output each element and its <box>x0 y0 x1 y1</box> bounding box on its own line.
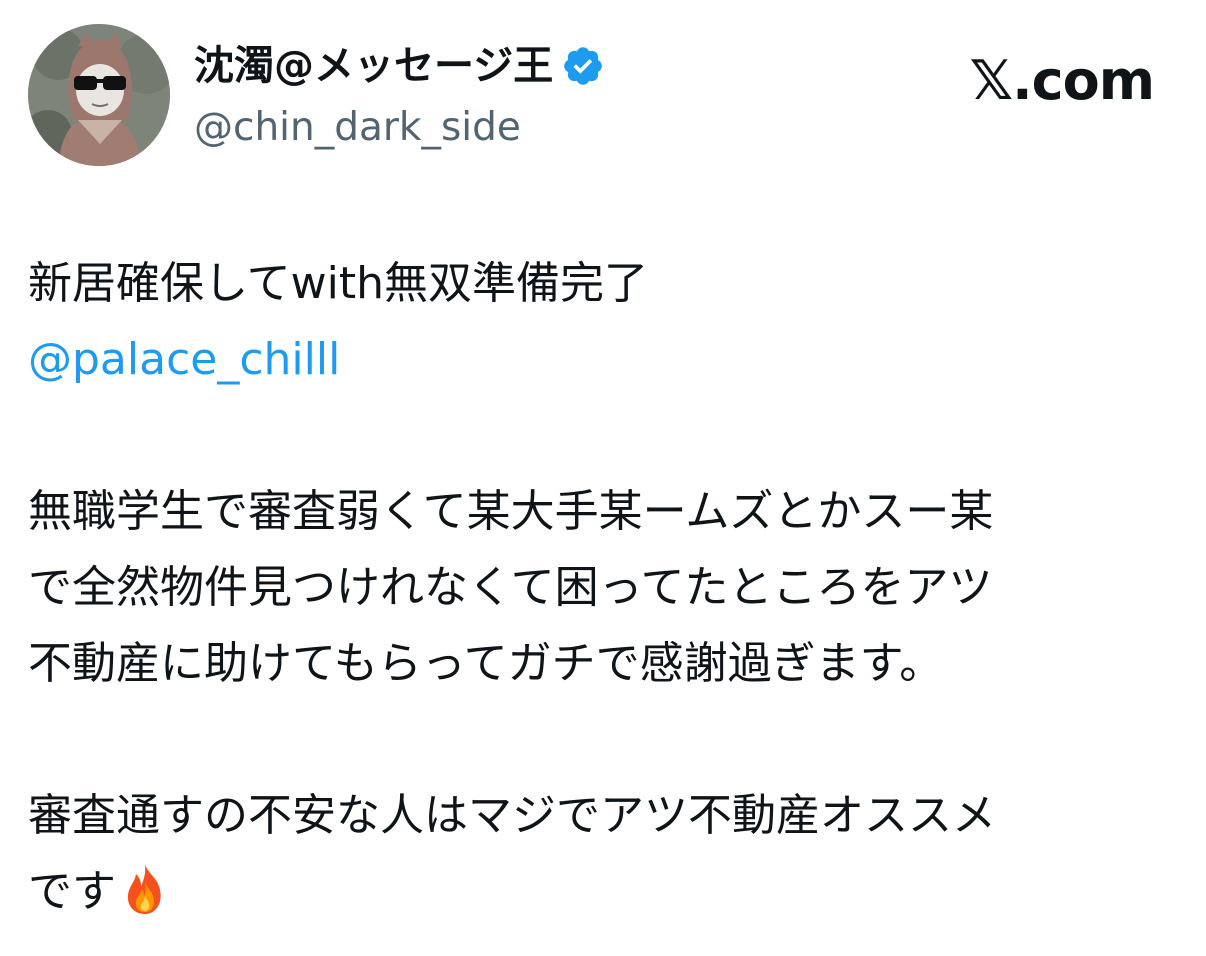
avatar-image <box>28 24 170 166</box>
display-name-row: 沈濁@メッセージ王 <box>194 36 605 96</box>
tweet-line-text: です <box>28 866 116 917</box>
tweet-line: 無職学生で審査弱くて某大手某ームズとかスー某 <box>28 486 994 537</box>
tweet-line: 新居確保してwith無双準備完了 <box>28 258 649 309</box>
verified-badge-icon <box>561 44 605 88</box>
x-logo[interactable]: 𝕏.com <box>970 46 1155 116</box>
tweet-last-line: です <box>28 854 1178 930</box>
display-name[interactable]: 沈濁@メッセージ王 <box>194 36 553 96</box>
mention-link[interactable]: @palace_chilll <box>28 334 340 385</box>
avatar[interactable] <box>28 24 170 166</box>
tweet-mention-line: @palace_chilll <box>28 322 1178 398</box>
author-names: 沈濁@メッセージ王 @chin_dark_side <box>194 36 605 156</box>
fire-icon <box>122 862 168 916</box>
tweet-line: 不動産に助けてもらってガチで感謝過ぎます。 <box>28 638 944 689</box>
tweet-line: 審査通すの不安な人はマジでアツ不動産オススメ <box>28 790 996 841</box>
author-handle[interactable]: @chin_dark_side <box>194 100 605 156</box>
tweet-text: 新居確保してwith無双準備完了 @palace_chilll 無職学生で審査弱… <box>28 246 1178 930</box>
tweet-line: で全然物件見つけれなくて困ってたところをアツ <box>28 562 993 613</box>
tweet-header: 沈濁@メッセージ王 @chin_dark_side 𝕏.com <box>28 24 1178 166</box>
